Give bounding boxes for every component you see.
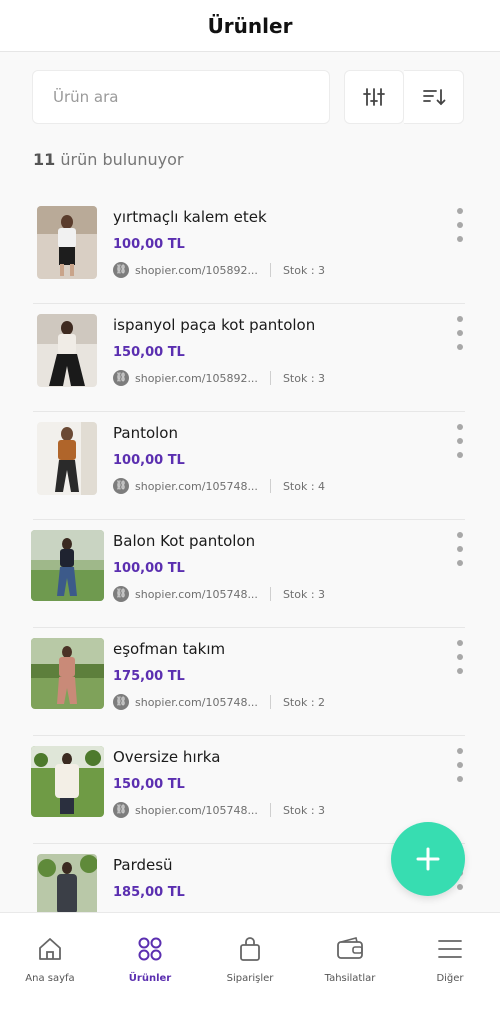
- tab-home[interactable]: Ana sayfa: [0, 913, 100, 1013]
- product-meta: ⛓ shopier.com/105748... Stok : 3: [113, 802, 325, 818]
- product-link[interactable]: shopier.com/105892...: [135, 264, 258, 277]
- main-content: 11 ürün bulunuyor yırtmaçlı kalem etek 1…: [0, 52, 500, 912]
- product-price: 100,00 TL: [113, 561, 185, 576]
- product-name: Pardesü: [113, 856, 173, 874]
- home-icon: [36, 933, 64, 965]
- link-icon: ⛓: [113, 478, 129, 494]
- product-price: 150,00 TL: [113, 345, 185, 360]
- product-stock: Stok : 2: [282, 695, 326, 709]
- product-price: 150,00 TL: [113, 777, 185, 792]
- product-link[interactable]: shopier.com/105748...: [135, 480, 258, 493]
- tab-label: Ürünler: [128, 973, 172, 984]
- product-meta: ⛓ shopier.com/105892... Stok : 3: [113, 370, 325, 386]
- shopping-bag-icon: [236, 933, 264, 965]
- filter-button[interactable]: [344, 70, 404, 124]
- product-stock: Stok : 4: [282, 479, 326, 493]
- more-options-icon[interactable]: [455, 532, 465, 566]
- product-meta: ⛓ shopier.com/105892... Stok : 3: [113, 262, 325, 278]
- product-image[interactable]: [37, 422, 97, 495]
- more-options-icon[interactable]: [455, 316, 465, 350]
- product-name: eşofman takım: [113, 640, 226, 658]
- product-name: Oversize hırka: [113, 748, 221, 766]
- more-options-icon[interactable]: [455, 748, 465, 782]
- product-name: yırtmaçlı kalem etek: [113, 208, 267, 226]
- link-icon: ⛓: [113, 586, 129, 602]
- product-row[interactable]: ispanyol paça kot pantolon 150,00 TL ⛓ s…: [33, 304, 465, 412]
- product-stock: Stok : 3: [282, 587, 326, 601]
- product-price: 100,00 TL: [113, 237, 185, 252]
- more-options-icon[interactable]: [455, 640, 465, 674]
- product-count-text: ürün bulunuyor: [55, 150, 184, 169]
- product-row[interactable]: Pantolon 100,00 TL ⛓ shopier.com/105748.…: [33, 412, 465, 520]
- product-meta: ⛓ shopier.com/105748... Stok : 2: [113, 694, 325, 710]
- tab-collections[interactable]: Tahsilatlar: [300, 913, 400, 1013]
- product-price: 185,00 TL: [113, 885, 185, 900]
- link-icon: ⛓: [113, 802, 129, 818]
- tab-label: Tahsilatlar: [324, 973, 376, 984]
- more-options-icon[interactable]: [455, 424, 465, 458]
- page-title: Ürünler: [207, 13, 293, 38]
- product-row[interactable]: yırtmaçlı kalem etek 100,00 TL ⛓ shopier…: [33, 196, 465, 304]
- link-icon: ⛓: [113, 694, 129, 710]
- plus-icon: [416, 847, 440, 871]
- divider: [269, 371, 271, 385]
- tab-label: Siparişler: [226, 973, 274, 984]
- tab-more[interactable]: Diğer: [400, 913, 500, 1013]
- product-link[interactable]: shopier.com/105748...: [135, 588, 258, 601]
- product-row[interactable]: Balon Kot pantolon 100,00 TL ⛓ shopier.c…: [31, 520, 465, 628]
- menu-icon: [436, 933, 464, 965]
- app-header: Ürünler: [0, 0, 500, 52]
- product-stock: Stok : 3: [282, 803, 326, 817]
- product-link[interactable]: shopier.com/105748...: [135, 696, 258, 709]
- sort-icon: [422, 89, 445, 106]
- sliders-icon: [363, 88, 385, 106]
- product-stock: Stok : 3: [282, 263, 326, 277]
- tab-label: Ana sayfa: [25, 973, 75, 984]
- wallet-icon: [335, 933, 365, 965]
- product-name: ispanyol paça kot pantolon: [113, 316, 316, 334]
- bottom-navigation: Ana sayfa Ürünler Siparişler Tahsilatlar…: [0, 912, 500, 1013]
- link-icon: ⛓: [113, 262, 129, 278]
- toolbar: [32, 70, 464, 124]
- product-image[interactable]: [37, 206, 97, 279]
- divider: [269, 479, 271, 493]
- product-image[interactable]: [31, 638, 104, 709]
- product-meta: ⛓ shopier.com/105748... Stok : 4: [113, 478, 325, 494]
- product-row[interactable]: Oversize hırka 150,00 TL ⛓ shopier.com/1…: [31, 736, 465, 844]
- more-options-icon[interactable]: [455, 208, 465, 242]
- tab-products[interactable]: Ürünler: [100, 913, 200, 1013]
- products-icon: [136, 933, 164, 965]
- product-price: 100,00 TL: [113, 453, 185, 468]
- divider: [269, 803, 271, 817]
- product-price: 175,00 TL: [113, 669, 185, 684]
- product-count-number: 11: [33, 150, 56, 169]
- product-image[interactable]: [31, 530, 104, 601]
- link-icon: ⛓: [113, 370, 129, 386]
- product-meta: ⛓ shopier.com/105748... Stok : 3: [113, 586, 325, 602]
- add-product-button[interactable]: [391, 822, 465, 896]
- product-link[interactable]: shopier.com/105892...: [135, 372, 258, 385]
- product-image[interactable]: [37, 854, 97, 912]
- product-image[interactable]: [31, 746, 104, 817]
- divider: [269, 587, 271, 601]
- product-image[interactable]: [37, 314, 97, 387]
- product-name: Pantolon: [113, 424, 178, 442]
- product-name: Balon Kot pantolon: [113, 532, 256, 550]
- product-link[interactable]: shopier.com/105748...: [135, 804, 258, 817]
- tab-orders[interactable]: Siparişler: [200, 913, 300, 1013]
- search-input[interactable]: [53, 88, 329, 106]
- divider: [269, 263, 271, 277]
- product-row[interactable]: eşofman takım 175,00 TL ⛓ shopier.com/10…: [31, 628, 465, 736]
- tab-label: Diğer: [436, 973, 464, 984]
- search-box[interactable]: [32, 70, 330, 124]
- product-count: 11 ürün bulunuyor: [33, 150, 183, 169]
- product-list: yırtmaçlı kalem etek 100,00 TL ⛓ shopier…: [31, 196, 465, 912]
- product-stock: Stok : 3: [282, 371, 326, 385]
- divider: [269, 695, 271, 709]
- sort-button[interactable]: [404, 70, 464, 124]
